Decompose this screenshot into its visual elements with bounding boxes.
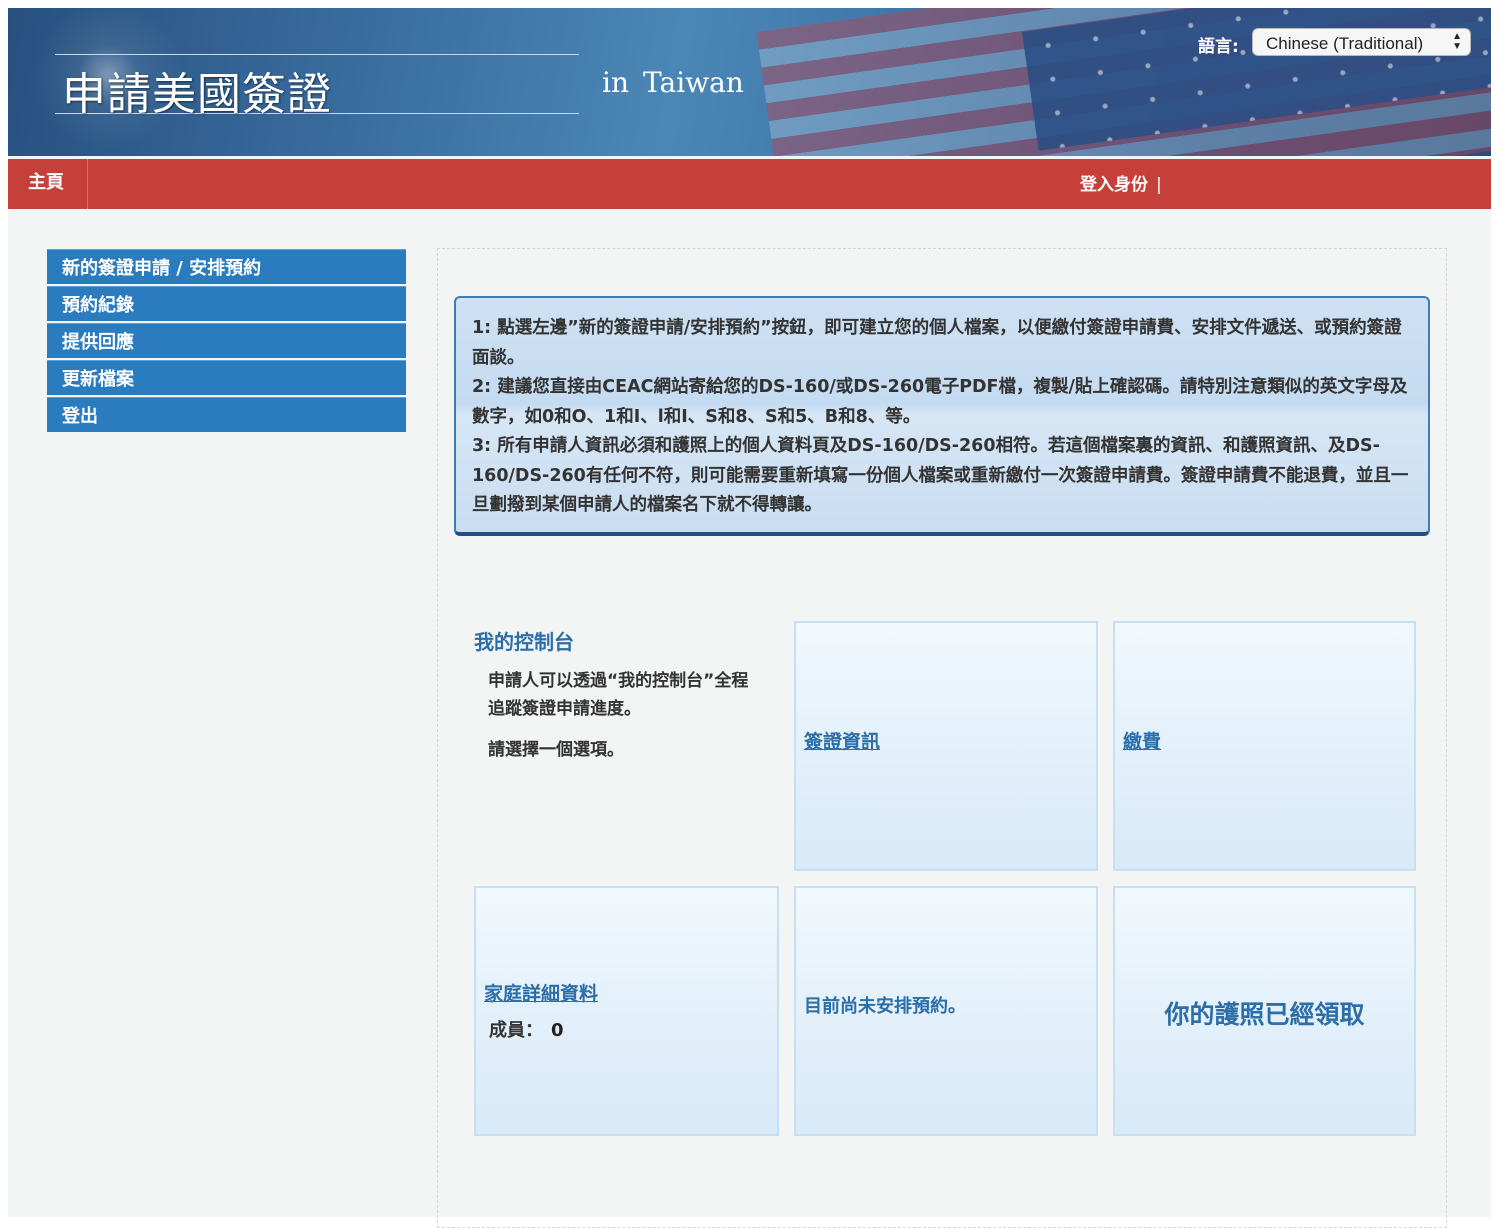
instructions-notice: 1: 點選左邊”新的簽證申請/安排預約”按鈕，即可建立您的個人檔案，以便繳付簽證… [454, 296, 1430, 536]
subtitle-country: Taiwan [643, 66, 744, 99]
sidebar-item-appointment-history[interactable]: 預約紀錄 [47, 286, 406, 321]
dashboard-description: 申請人可以透過“我的控制台”全程追蹤簽證申請進度。 [488, 671, 749, 719]
notice-item-2: 2: 建議您直接由CEAC網站寄給您的DS-160/或DS-260電子PDF檔，… [472, 377, 1408, 427]
card-appointment: 目前尚未安排預約。 [794, 886, 1098, 1136]
login-separator: | [1156, 175, 1162, 195]
login-identity: 登入身份 | [1080, 159, 1162, 209]
notice-item-1: 1: 點選左邊”新的簽證申請/安排預約”按鈕，即可建立您的個人檔案，以便繳付簽證… [472, 318, 1402, 368]
card-payment: 繳費 [1113, 621, 1416, 871]
login-identity-label: 登入身份 [1080, 175, 1148, 195]
sidebar-item-new-application[interactable]: 新的簽證申請 / 安排預約 [47, 249, 406, 284]
header-banner: 申請美國簽證 in Taiwan 語言: Chinese (Traditional… [8, 8, 1491, 156]
site-title: 申請美國簽證 [62, 69, 332, 120]
dashboard-intro: 我的控制台 申請人可以透過“我的控制台”全程追蹤簽證申請進度。 請選擇一個選項。 [474, 626, 774, 760]
subtitle-in: in [602, 66, 629, 99]
sidebar-item-logout[interactable]: 登出 [47, 397, 406, 432]
notice-item-3: 3: 所有申請人資訊必須和護照上的個人資料頁及DS-160/DS-260相符。若… [472, 436, 1409, 515]
language-select[interactable]: Chinese (Traditional) ▲ ▼ [1252, 28, 1471, 56]
visa-info-link[interactable]: 簽證資訊 [804, 727, 880, 754]
card-visa-info: 簽證資訊 [794, 621, 1098, 871]
nav-home-link[interactable]: 主頁 [8, 159, 88, 209]
dashboard-choose-prompt: 請選擇一個選項。 [488, 740, 624, 760]
sidebar-item-update-profile[interactable]: 更新檔案 [47, 360, 406, 395]
members-count: 成員： 0 [489, 1016, 564, 1042]
members-value: 0 [551, 1020, 564, 1041]
appointment-status: 目前尚未安排預約。 [804, 996, 966, 1017]
page-frame: 申請美國簽證 in Taiwan 語言: Chinese (Traditional… [8, 8, 1491, 1228]
language-label: 語言: [1198, 37, 1239, 57]
language-select-value: Chinese (Traditional) [1266, 34, 1424, 53]
sidebar-item-provide-response[interactable]: 提供回應 [47, 323, 406, 358]
card-family-details: 家庭詳細資料 成員： 0 [474, 886, 779, 1136]
main-navbar: 主頁 登入身份 | [8, 159, 1491, 209]
site-subtitle: in Taiwan [602, 66, 744, 99]
payment-link[interactable]: 繳費 [1123, 727, 1161, 754]
sidebar-menu: 新的簽證申請 / 安排預約 預約紀錄 提供回應 更新檔案 登出 [47, 249, 406, 434]
select-arrows-icon: ▲ ▼ [1452, 31, 1462, 52]
card-passport: 你的護照已經領取 [1113, 886, 1416, 1136]
passport-status: 你的護照已經領取 [1164, 1000, 1365, 1029]
dashboard-title: 我的控制台 [474, 630, 574, 654]
family-details-link[interactable]: 家庭詳細資料 [484, 979, 598, 1006]
members-label: 成員： [489, 1020, 543, 1041]
